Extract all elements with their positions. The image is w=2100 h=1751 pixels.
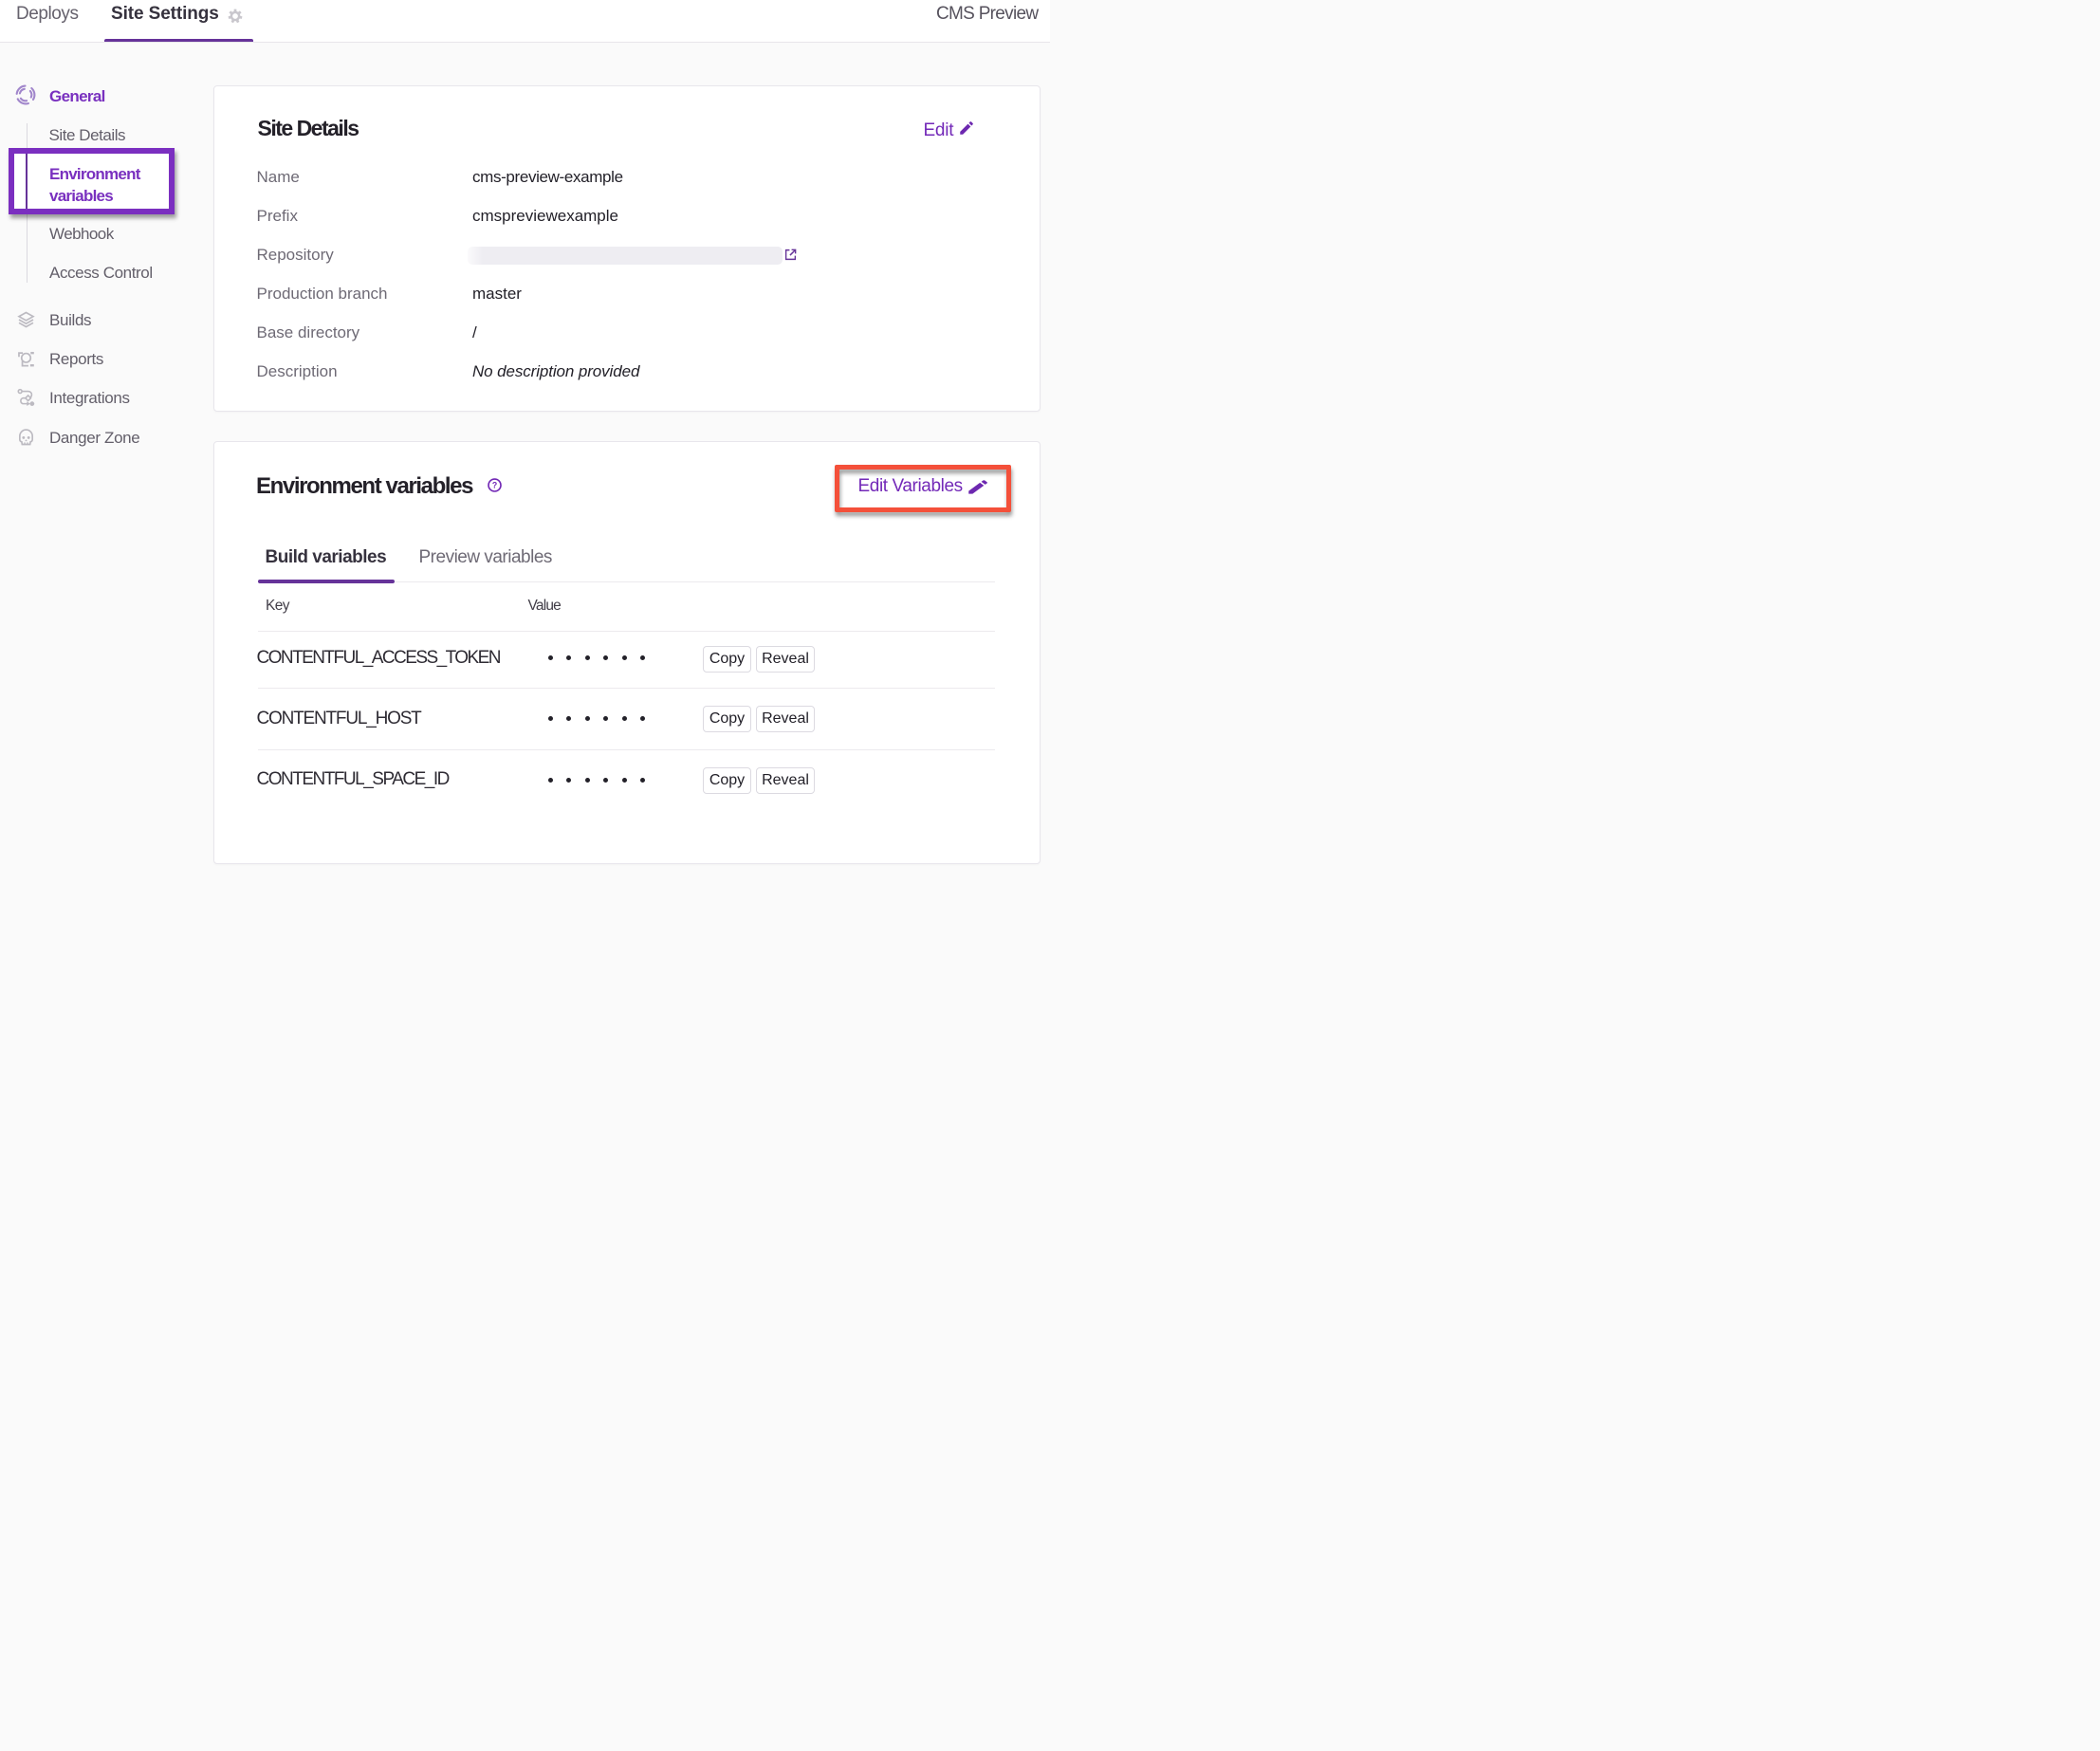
svg-text:?: ? bbox=[492, 481, 497, 490]
